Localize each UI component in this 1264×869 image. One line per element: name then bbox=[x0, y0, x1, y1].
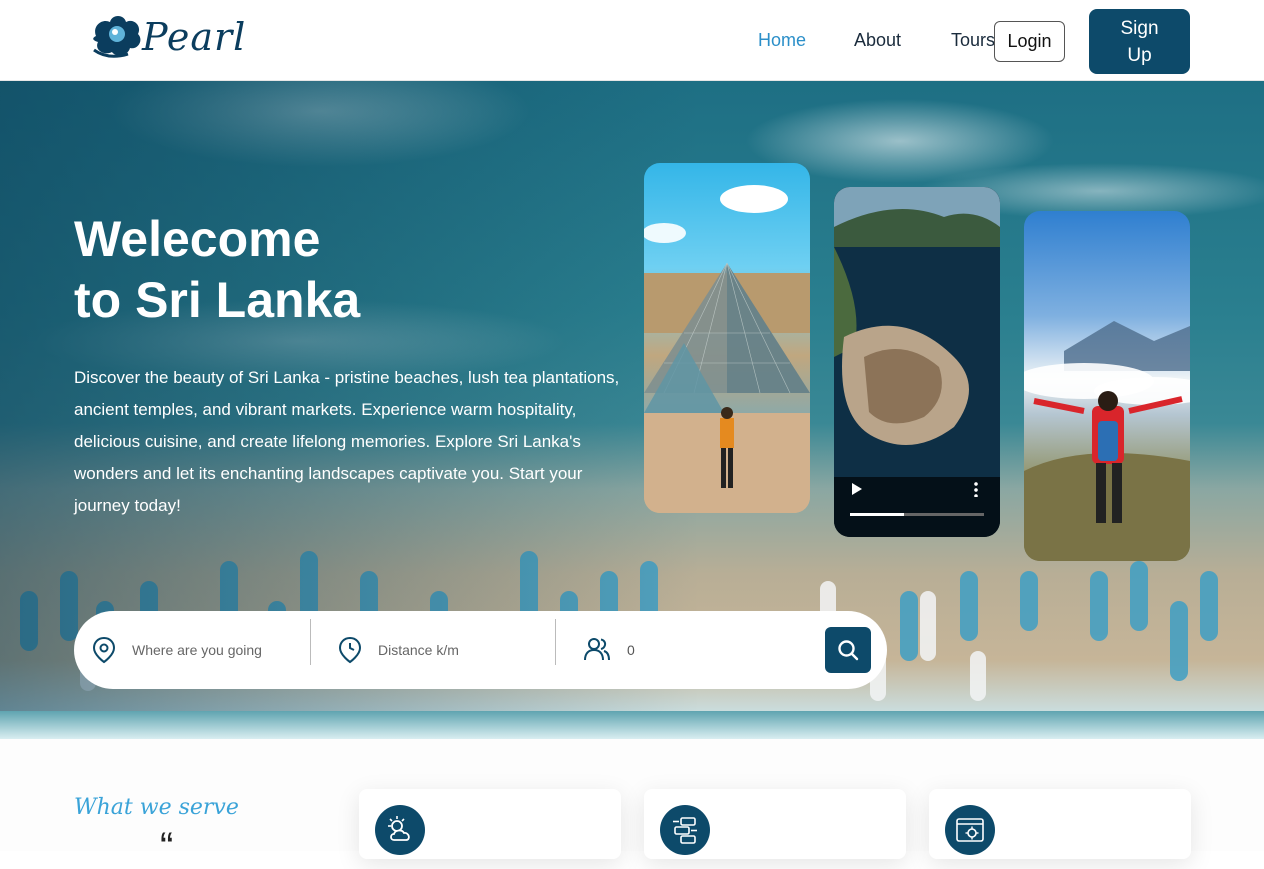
trip-search-bar bbox=[74, 611, 887, 689]
video-play-icon[interactable] bbox=[852, 483, 862, 495]
customization-icon bbox=[945, 805, 995, 855]
users-icon bbox=[584, 638, 610, 661]
map-pin-icon bbox=[92, 636, 116, 664]
clock-icon bbox=[338, 636, 362, 664]
hero-title: Welecome to Sri Lanka bbox=[74, 209, 574, 331]
hero-title-line-2: to Sri Lanka bbox=[74, 272, 361, 328]
hero-title-line-1: Welecome bbox=[74, 211, 321, 267]
pearl-logo-icon bbox=[93, 16, 141, 58]
nav-home[interactable]: Home bbox=[758, 30, 806, 51]
nav-about[interactable]: About bbox=[854, 30, 901, 51]
weather-icon bbox=[375, 805, 425, 855]
services-section-title: What we serve bbox=[74, 795, 239, 820]
location-input[interactable] bbox=[132, 642, 292, 658]
search-divider bbox=[310, 619, 311, 665]
video-progress-fill bbox=[850, 513, 904, 516]
signup-button[interactable]: Sign Up bbox=[1089, 9, 1190, 74]
people-count-input[interactable] bbox=[627, 642, 747, 658]
login-button[interactable]: Login bbox=[994, 21, 1065, 62]
video-menu-icon[interactable] bbox=[974, 481, 978, 497]
pyramid-illustration bbox=[644, 185, 810, 513]
search-icon bbox=[838, 640, 859, 661]
site-header: Pearl Home About Tours Login Sign Up bbox=[0, 0, 1264, 81]
video-progress-track[interactable] bbox=[850, 513, 984, 516]
service-card-guide[interactable] bbox=[644, 789, 906, 859]
distance-field bbox=[338, 611, 538, 689]
quote-mark-icon: “ bbox=[160, 825, 174, 869]
search-button[interactable] bbox=[825, 627, 871, 673]
people-field bbox=[583, 611, 747, 689]
location-field bbox=[92, 611, 292, 689]
nav-tours[interactable]: Tours bbox=[951, 30, 995, 51]
logo[interactable]: Pearl bbox=[88, 9, 258, 65]
hero-description: Discover the beauty of Sri Lanka - prist… bbox=[74, 368, 620, 515]
shoreline bbox=[0, 711, 1264, 739]
distance-input[interactable] bbox=[378, 642, 538, 658]
hero-section: Welecome to Sri Lanka Discover the beaut… bbox=[0, 81, 1264, 739]
guide-icon bbox=[660, 805, 710, 855]
services-section: What we serve “ bbox=[0, 739, 1264, 867]
hero-video-fortress[interactable] bbox=[834, 187, 1000, 537]
logo-text: Pearl bbox=[142, 15, 247, 59]
hero-photo-pyramid bbox=[644, 163, 810, 513]
search-divider bbox=[555, 619, 556, 665]
hiker-illustration bbox=[1024, 321, 1190, 561]
hero-photo-hiker bbox=[1024, 211, 1190, 561]
service-card-weather[interactable] bbox=[359, 789, 621, 859]
service-card-customization[interactable] bbox=[929, 789, 1191, 859]
